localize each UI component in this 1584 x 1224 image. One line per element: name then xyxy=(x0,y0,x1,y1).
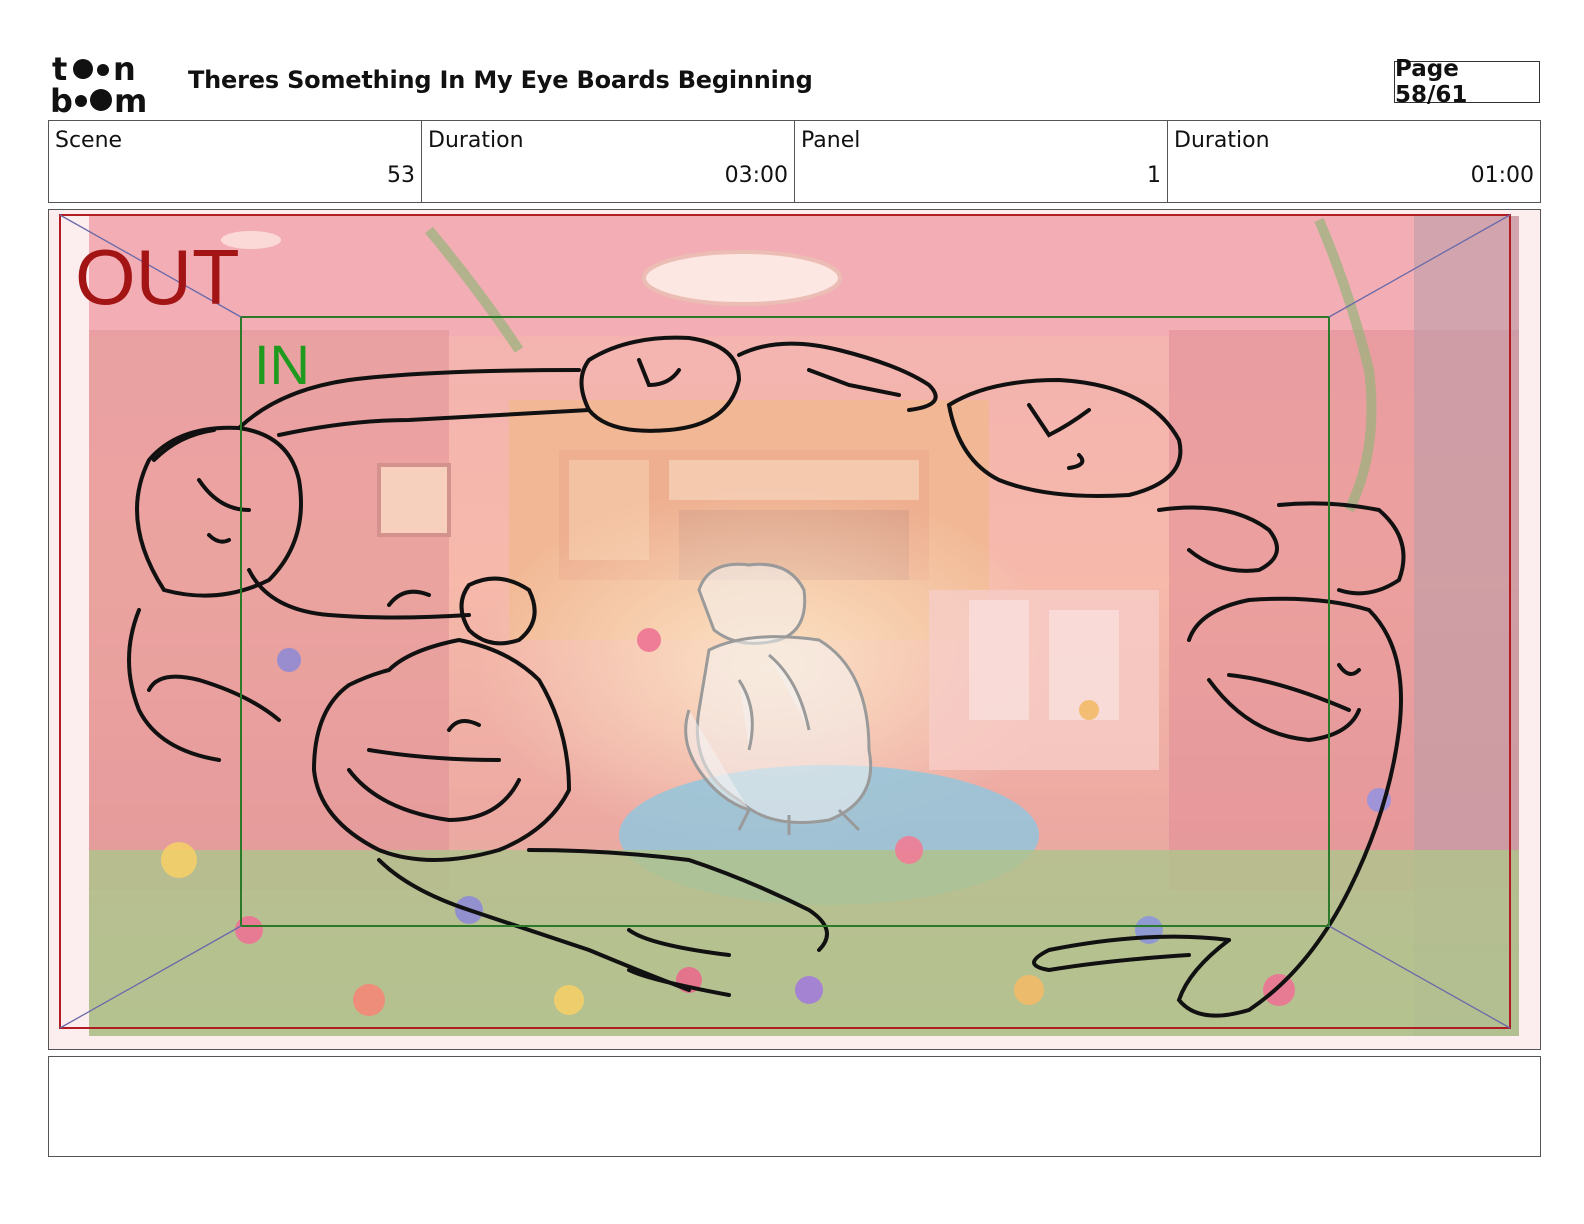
panel-duration-cell: Duration 01:00 xyxy=(1167,121,1540,202)
in-frame-label: IN xyxy=(254,333,310,396)
scene-duration-label: Duration xyxy=(428,128,524,153)
scene-info-table: Scene 53 Duration 03:00 Panel 1 Duration… xyxy=(48,120,1541,203)
svg-text:b: b xyxy=(50,82,73,116)
panel-cell: Panel 1 xyxy=(794,121,1167,202)
panel-duration-value: 01:00 xyxy=(1470,163,1534,188)
scene-duration-cell: Duration 03:00 xyxy=(421,121,794,202)
page-indicator: Page 58/61 xyxy=(1394,56,1540,108)
panel-label: Panel xyxy=(801,128,861,153)
scene-duration-value: 03:00 xyxy=(724,163,788,188)
panel-duration-label: Duration xyxy=(1174,128,1270,153)
scene-value: 53 xyxy=(387,163,415,188)
toonboom-logo: toonboom t n b m xyxy=(50,50,147,116)
scene-cell: Scene 53 xyxy=(49,121,421,202)
panel-notes-box xyxy=(48,1056,1541,1157)
storyboard-panel: OUT IN xyxy=(48,209,1541,1050)
scene-label: Scene xyxy=(55,128,123,153)
panel-value: 1 xyxy=(1147,163,1161,188)
out-frame-label: OUT xyxy=(75,233,240,321)
document-title: Theres Something In My Eye Boards Beginn… xyxy=(188,66,813,94)
svg-text:m: m xyxy=(114,82,147,116)
